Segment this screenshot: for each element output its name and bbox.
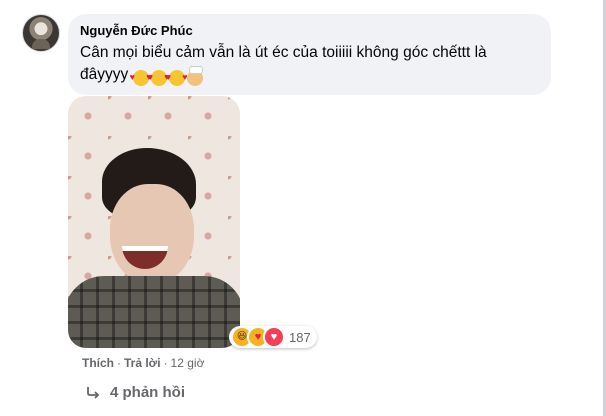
cook-icon <box>186 65 203 86</box>
reply-button[interactable]: Trả lời <box>124 356 161 370</box>
comment-bubble: Nguyễn Đức Phúc Cân mọi biểu cảm vẫn là … <box>68 14 551 95</box>
view-replies-link[interactable]: 4 phản hồi <box>86 384 185 401</box>
comment-author-name[interactable]: Nguyễn Đức Phúc <box>80 23 539 39</box>
comment-actions: Thích · Trả lời · 12 giờ <box>82 356 204 370</box>
action-separator: · <box>117 356 121 370</box>
reply-arrow-icon <box>87 386 100 399</box>
comment-text: Cân mọi biểu cảm vẫn là út éc của toiiii… <box>80 42 539 89</box>
comment-emojis <box>130 65 205 89</box>
photo-jacket <box>68 276 240 348</box>
smiling-face-with-hearts-icon <box>130 66 152 88</box>
reaction-summary[interactable]: 😆 ♥ ♥ 187 <box>229 326 317 348</box>
replies-count-label: 4 phản hồi <box>110 384 185 401</box>
smiling-face-with-hearts-icon <box>166 66 188 88</box>
photo-face <box>110 184 194 284</box>
like-button[interactable]: Thích <box>82 356 114 370</box>
smiling-face-with-hearts-icon <box>148 66 170 88</box>
comment-timestamp[interactable]: 12 giờ <box>171 356 205 370</box>
comment-photo[interactable] <box>68 96 240 348</box>
reaction-count: 187 <box>289 329 311 345</box>
action-separator: · <box>163 356 168 370</box>
love-reaction-icon: ♥ <box>263 326 285 348</box>
author-avatar[interactable] <box>22 14 60 52</box>
